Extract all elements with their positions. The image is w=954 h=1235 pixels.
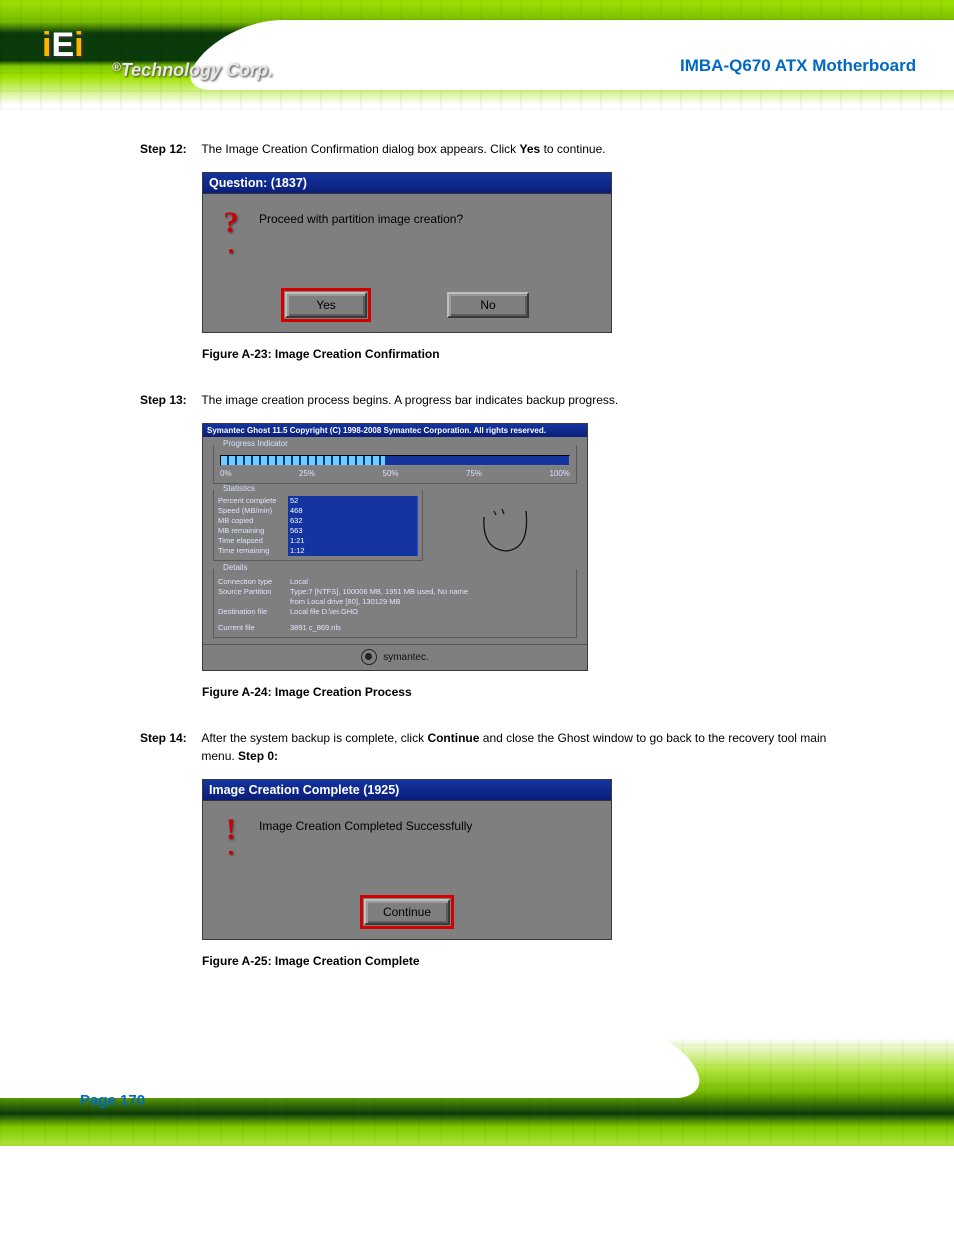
progress-section: Progress Indicator 0% 25% 50% 75% 100% [213,445,577,484]
iei-logo: iEi [42,26,84,65]
footer-banner: Page 170 [0,1038,954,1146]
content-area: Step 12: The Image Creation Confirmation… [0,110,954,1008]
step-12-text-pre: The Image Creation Confirmation dialog b… [201,142,519,156]
step-12-label: Step 12: [140,140,198,158]
question-icon: ? [217,210,245,250]
statistics-legend: Statistics [220,484,258,493]
ghost-columns: Statistics Percent complete52 Speed (MB/… [213,490,577,561]
stat-te-v: 1:21 [288,536,418,546]
page-number: Page 170 [80,1092,145,1109]
stat-mc-k: MB copied [218,516,288,526]
det-sp-v2: from Local drive [80], 130129 MB [290,597,572,607]
stat-mr-k: MB remaining [218,526,288,536]
tagline-text: Technology Corp. [121,60,273,80]
yes-button[interactable]: Yes [285,292,367,318]
step-13-body: The image creation process begins. A pro… [201,391,843,409]
step-12-body: The Image Creation Confirmation dialog b… [201,140,843,158]
det-ct-k: Connection type [218,577,290,587]
stat-mc-v: 632 [288,516,418,526]
det-df-v: Local file D:\iei.GHO [290,607,572,617]
symantec-brand-bar: symantec. [203,644,587,670]
figure-23-label: Figure A-23: Image Creation Confirmation [202,347,844,361]
continue-button[interactable]: Continue [364,899,450,925]
ghost-mascot-icon [431,490,577,561]
progress-legend: Progress Indicator [220,439,291,448]
logo-tagline: ®Technology Corp. [112,60,273,81]
det-ct-v: Local [290,577,572,587]
tick-100: 100% [549,469,569,478]
tick-50: 50% [383,469,399,478]
step-12-text-post: to continue. [544,142,606,156]
dialog-question-body: ? Proceed with partition image creation? [203,194,611,284]
stat-tr-k: Time remaining [218,546,288,556]
dialog-question-title: Question: (1837) [203,173,611,194]
tick-75: 75% [466,469,482,478]
step-12-bold: Yes [520,142,541,156]
dialog-question: Question: (1837) ? Proceed with partitio… [202,172,612,333]
dialog-complete-buttons: Continue [203,891,611,939]
ghost-window: Symantec Ghost 11.5 Copyright (C) 1998-2… [202,423,588,671]
stat-mr-v: 563 [288,526,418,536]
step-14: Step 14: After the system backup is comp… [140,729,844,765]
step-14-body: After the system backup is complete, cli… [201,729,843,765]
det-cf-k: Current file [218,623,290,633]
symantec-logo-icon [361,649,377,665]
stat-pc-v: 52 [288,496,418,506]
step-14-label: Step 14: [140,729,198,747]
header-banner: iEi ®Technology Corp. IMBA-Q670 ATX Moth… [0,0,954,110]
logo-letter-E: E [51,26,74,64]
tick-25: 25% [299,469,315,478]
statistics-box: Statistics Percent complete52 Speed (MB/… [213,490,423,561]
registered-mark: ® [112,60,121,74]
figure-25-label: Figure A-25: Image Creation Complete [202,954,844,968]
det-sp-v1: Type:7 [NTFS], 100006 MB, 1951 MB used, … [290,587,572,597]
no-button[interactable]: No [447,292,529,318]
figure-24-label: Figure A-24: Image Creation Process [202,685,844,699]
step-14-bold2: Step 0: [238,749,278,763]
tick-0: 0% [220,469,232,478]
dialog-complete-title: Image Creation Complete (1925) [203,780,611,801]
progress-ticks: 0% 25% 50% 75% 100% [218,468,572,479]
progress-bar-fill [221,456,385,465]
det-sp-blank [218,597,290,607]
page-title: IMBA-Q670 ATX Motherboard [680,56,916,76]
det-cf-v: 3891 c_869.nls [290,623,572,633]
logo-letter-i2: i [74,26,83,64]
details-legend: Details [220,563,250,572]
dialog-complete-message: Image Creation Completed Successfully [259,817,472,877]
stat-te-k: Time elapsed [218,536,288,546]
step-13: Step 13: The image creation process begi… [140,391,844,409]
stat-pc-k: Percent complete [218,496,288,506]
exclamation-icon: ! [217,817,245,857]
dialog-question-message: Proceed with partition image creation? [259,210,463,270]
symantec-brand-text: symantec. [383,652,429,663]
det-df-k: Destination file [218,607,290,617]
dialog-complete: Image Creation Complete (1925) ! Image C… [202,779,612,940]
step-14-text-pre: After the system backup is complete, cli… [201,731,427,745]
banner-swoosh [180,20,954,90]
dialog-question-buttons: Yes No [203,284,611,332]
ghost-title: Symantec Ghost 11.5 Copyright (C) 1998-2… [203,424,587,437]
dialog-complete-body: ! Image Creation Completed Successfully [203,801,611,891]
progress-bar [220,455,570,466]
det-sp-k: Source Partition [218,587,290,597]
details-section: Details Connection typeLocal Source Part… [213,569,577,638]
stat-tr-v: 1:12 [288,546,418,556]
stat-sp-v: 468 [288,506,418,516]
step-14-bold: Continue [427,731,479,745]
footer-swoosh [0,1038,707,1098]
step-13-label: Step 13: [140,391,198,409]
stat-sp-k: Speed (MB/min) [218,506,288,516]
step-12: Step 12: The Image Creation Confirmation… [140,140,844,158]
